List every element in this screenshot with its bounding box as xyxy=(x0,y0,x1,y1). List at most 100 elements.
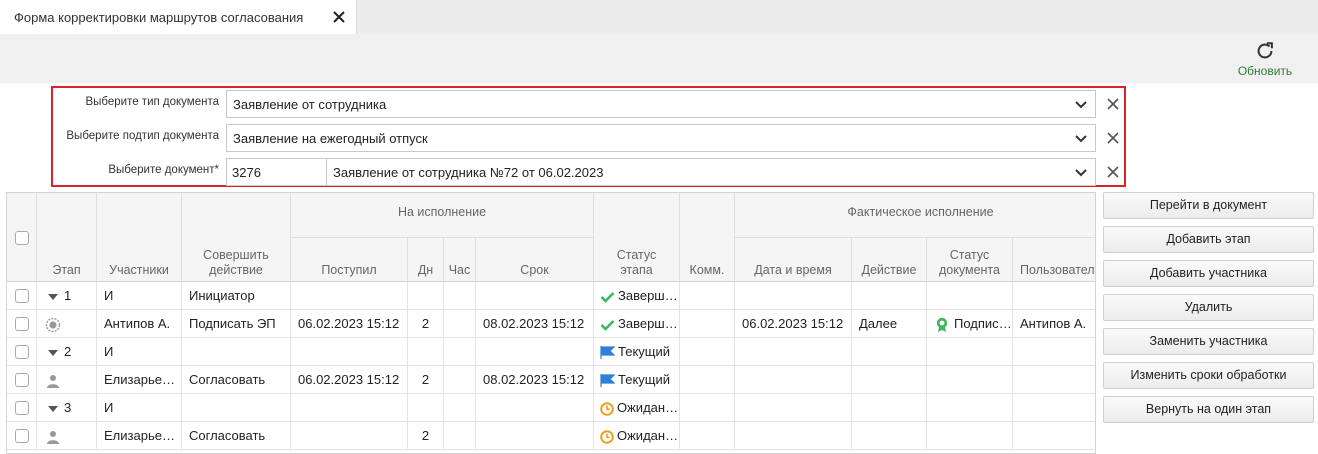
status-text: Завершен xyxy=(618,316,680,331)
caret-down-icon[interactable] xyxy=(48,349,58,357)
doc-subtype-label: Выберите подтип документа xyxy=(66,130,219,142)
table-row[interactable]: Елизарьев А. Согласовать 06.02.2023 15:12 2… xyxy=(7,366,1095,394)
cell-act xyxy=(852,366,927,394)
header-group-actual: Фактическое исполнение xyxy=(847,205,994,219)
cell-act xyxy=(852,282,927,310)
add-participant-button[interactable]: Добавить участника xyxy=(1103,260,1314,287)
stage-number: 1 xyxy=(64,288,72,303)
close-icon[interactable] xyxy=(331,9,347,25)
chevron-down-icon xyxy=(1075,101,1087,109)
flag-icon xyxy=(600,346,615,360)
tab-strip: Форма корректировки маршрутов согласован… xyxy=(0,0,1318,34)
doc-subtype-select[interactable]: Заявление на ежегодный отпуск xyxy=(226,124,1096,152)
delete-button[interactable]: Удалить xyxy=(1103,294,1314,321)
toolbar: Обновить xyxy=(0,34,1318,83)
row-select-cell xyxy=(7,394,37,422)
row-checkbox[interactable] xyxy=(15,401,29,415)
cell-hours xyxy=(444,282,476,310)
document-number-field[interactable]: 3276 xyxy=(227,159,327,185)
row-select-cell xyxy=(7,310,37,338)
cell-days: 2 xyxy=(408,422,444,450)
header-deadline: Срок xyxy=(520,263,549,277)
cell-status: Ожидание xyxy=(594,422,680,450)
table-row[interactable]: Елизарьев А. Согласовать 2 Ожидание xyxy=(7,422,1095,450)
status-text: Текущий xyxy=(618,344,670,359)
cell-docstatus xyxy=(927,394,1013,422)
cell-deadline: 08.02.2023 15:12 xyxy=(476,366,594,394)
row-checkbox[interactable] xyxy=(15,373,29,387)
cell-participants: Елизарьев А. xyxy=(97,366,182,394)
cell-datetime xyxy=(735,394,852,422)
row-checkbox[interactable] xyxy=(15,429,29,443)
doc-subtype-value: Заявление на ежегодный отпуск xyxy=(233,131,428,146)
cell-hours xyxy=(444,310,476,338)
cell-datetime xyxy=(735,338,852,366)
cell-docstatus xyxy=(927,366,1013,394)
select-all-checkbox[interactable] xyxy=(15,231,29,245)
row-checkbox[interactable] xyxy=(15,345,29,359)
clear-document-icon[interactable] xyxy=(1106,165,1120,179)
row-select-cell xyxy=(7,422,37,450)
header-received: Поступил xyxy=(321,263,377,277)
add-stage-button[interactable]: Добавить этап xyxy=(1103,226,1314,253)
table-row[interactable]: Антипов А. Подписать ЭП 06.02.2023 15:12 2 0… xyxy=(7,310,1095,338)
status-text: Ожидание xyxy=(617,428,680,443)
status-text: Ожидание xyxy=(617,400,680,415)
cell-days xyxy=(408,338,444,366)
cell-stage: 3 xyxy=(37,394,97,422)
row-select-cell xyxy=(7,338,37,366)
cell-days: 2 xyxy=(408,310,444,338)
row-checkbox[interactable] xyxy=(15,317,29,331)
document-label: Выберите документ* xyxy=(108,164,219,176)
caret-down-icon[interactable] xyxy=(48,405,58,413)
status-text: Текущий xyxy=(618,372,670,387)
header-days: Дн xyxy=(417,263,434,277)
caret-down-icon[interactable] xyxy=(48,293,58,301)
document-row: Выберите документ* 3276 Заявление от сот… xyxy=(53,158,1124,186)
cell-deadline: 08.02.2023 15:12 xyxy=(476,310,594,338)
cell-received xyxy=(291,394,408,422)
cell-datetime: 06.02.2023 15:12 xyxy=(735,310,852,338)
open-document-button[interactable]: Перейти в документ xyxy=(1103,192,1314,219)
row-checkbox[interactable] xyxy=(15,289,29,303)
cell-action xyxy=(182,394,291,422)
tab-route-correction[interactable]: Форма корректировки маршрутов согласован… xyxy=(0,0,357,34)
document-select[interactable]: 3276 Заявление от сотрудника №72 от 06.0… xyxy=(226,158,1096,186)
cell-received xyxy=(291,422,408,450)
cell-comments xyxy=(680,422,735,450)
header-status-l2: этапа xyxy=(620,263,653,277)
cell-days xyxy=(408,394,444,422)
badge-icon xyxy=(936,317,948,333)
refresh-label: Обновить xyxy=(1237,64,1293,78)
cell-participants: И xyxy=(97,338,182,366)
doc-type-value: Заявление от сотрудника xyxy=(233,97,387,112)
cell-stage: 1 xyxy=(37,282,97,310)
replace-participant-button[interactable]: Заменить участника xyxy=(1103,328,1314,355)
row-select-cell xyxy=(7,366,37,394)
cell-user xyxy=(1013,394,1095,422)
clear-doc-type-icon[interactable] xyxy=(1106,97,1120,111)
cell-deadline xyxy=(476,338,594,366)
stage-number: 3 xyxy=(64,400,72,415)
tab-title: Форма корректировки маршрутов согласован… xyxy=(14,9,304,25)
table-row[interactable]: 1 И Инициатор Завершен xyxy=(7,282,1095,310)
cell-stage xyxy=(37,366,97,394)
clock-icon xyxy=(600,429,614,444)
check-icon xyxy=(600,319,615,331)
user-icon xyxy=(47,374,59,388)
cell-received xyxy=(291,282,408,310)
clear-doc-subtype-icon[interactable] xyxy=(1106,131,1120,145)
table-row[interactable]: 3 И Ожидание xyxy=(7,394,1095,422)
refresh-button[interactable]: Обновить xyxy=(1230,38,1300,80)
doc-type-label: Выберите тип документа xyxy=(85,96,219,108)
change-deadlines-button[interactable]: Изменить сроки обработки xyxy=(1103,362,1314,389)
doc-type-select[interactable]: Заявление от сотрудника xyxy=(226,90,1096,118)
step-back-button[interactable]: Вернуть на один этап xyxy=(1103,396,1314,423)
cell-comments xyxy=(680,338,735,366)
table-row[interactable]: 2 И Текущий xyxy=(7,338,1095,366)
cell-action: Согласовать xyxy=(182,422,291,450)
cell-act: Далее xyxy=(852,310,927,338)
cell-status: Текущий xyxy=(594,338,680,366)
clock-icon xyxy=(600,401,614,416)
cell-participants: Антипов А. xyxy=(97,310,182,338)
